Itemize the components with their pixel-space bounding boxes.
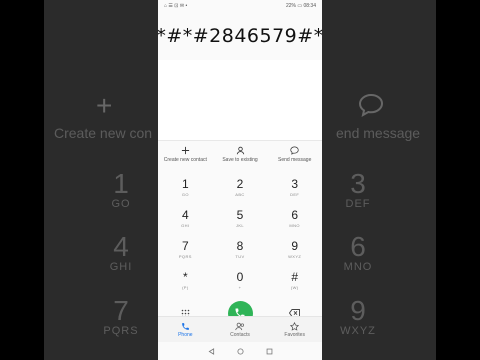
send-message-button[interactable]: Send message bbox=[267, 141, 322, 168]
key-digit: 0 bbox=[236, 270, 244, 284]
plus-icon bbox=[181, 146, 189, 155]
phone-screen: ⌂ ☰ ⊡ ✉ • 22% ▭ 08:34 *#*#2846579#* Crea… bbox=[158, 0, 322, 360]
status-right: 22% ▭ 08:34 bbox=[285, 3, 316, 9]
key-letters: + bbox=[238, 285, 242, 290]
recents-icon[interactable] bbox=[266, 348, 273, 355]
key-letters: (W) bbox=[290, 285, 299, 290]
key-digit: 4 bbox=[181, 208, 189, 222]
key-letters: JKL bbox=[235, 223, 245, 228]
contacts-icon bbox=[235, 322, 244, 330]
keypad-row: 7 PQRS 8 TUV 9 WXYZ bbox=[158, 234, 322, 265]
key-digit: # bbox=[291, 270, 299, 284]
message-icon bbox=[290, 146, 299, 155]
tab-label: Phone bbox=[178, 331, 193, 338]
keypad-row: * (P) 0 + # (W) bbox=[158, 265, 322, 296]
person-icon bbox=[236, 146, 244, 155]
key-5[interactable]: 5 JKL bbox=[213, 203, 268, 234]
home-icon[interactable] bbox=[236, 347, 244, 355]
key-0[interactable]: 0 + bbox=[213, 265, 268, 296]
tab-contacts[interactable]: Contacts bbox=[213, 317, 268, 342]
phone-icon bbox=[181, 322, 189, 330]
key-letters: TUV bbox=[235, 254, 245, 259]
create-new-contact-button[interactable]: Create new contact bbox=[158, 141, 213, 168]
key-digit: 2 bbox=[236, 177, 244, 191]
tab-favorites[interactable]: Favorites bbox=[267, 317, 322, 342]
back-icon[interactable] bbox=[208, 347, 215, 355]
status-left-icons: ⌂ ☰ ⊡ ✉ • bbox=[164, 3, 188, 9]
key-7[interactable]: 7 PQRS bbox=[158, 234, 213, 265]
key-digit: 1 bbox=[181, 177, 189, 191]
key-digit: * bbox=[183, 270, 188, 284]
key-digit: 3 bbox=[291, 177, 299, 191]
action-label: Create new contact bbox=[163, 157, 207, 163]
key-9[interactable]: 9 WXYZ bbox=[267, 234, 322, 265]
key-2[interactable]: 2 ABC bbox=[213, 172, 268, 203]
key-letters: WXYZ bbox=[288, 254, 302, 259]
status-bar: ⌂ ☰ ⊡ ✉ • 22% ▭ 08:34 bbox=[158, 0, 322, 12]
action-label: Save to existing bbox=[222, 157, 258, 163]
key-6[interactable]: 6 MNO bbox=[267, 203, 322, 234]
background-left-panel: + Create new con 1 GO 4 GHI 7 PQRS bbox=[44, 0, 158, 360]
video-frame: + Create new con 1 GO 4 GHI 7 PQRS end mess… bbox=[0, 0, 480, 360]
key-letters: (P) bbox=[182, 285, 189, 290]
key-digit: 5 bbox=[236, 208, 244, 222]
background-right-panel: end message 3 DEF 6 MNO 9 WXYZ bbox=[322, 0, 436, 360]
tab-phone[interactable]: Phone bbox=[158, 317, 213, 342]
bottom-tab-bar: Phone Contacts Favorites bbox=[158, 316, 322, 342]
key-4[interactable]: 4 GHI bbox=[158, 203, 213, 234]
save-to-existing-button[interactable]: Save to existing bbox=[213, 141, 268, 168]
key-letters: ABC bbox=[235, 192, 245, 197]
keypad-row: 1 GO 2 ABC 3 DEF bbox=[158, 172, 322, 203]
system-nav-bar bbox=[158, 342, 322, 360]
key-letters: GHI bbox=[181, 223, 190, 228]
star-icon bbox=[290, 321, 300, 331]
key-letters: DEF bbox=[290, 192, 300, 197]
tab-label: Favorites bbox=[284, 331, 305, 338]
key-digit: 9 bbox=[291, 239, 299, 253]
dialed-number-display[interactable]: *#*#2846579#* bbox=[158, 12, 322, 60]
key-1[interactable]: 1 GO bbox=[158, 172, 213, 203]
key-letters: PQRS bbox=[178, 254, 192, 259]
keypad-row: 4 GHI 5 JKL 6 MNO bbox=[158, 203, 322, 234]
key-hash[interactable]: # (W) bbox=[267, 265, 322, 296]
key-3[interactable]: 3 DEF bbox=[267, 172, 322, 203]
key-digit: 7 bbox=[181, 239, 189, 253]
key-letters: MNO bbox=[289, 223, 300, 228]
action-label: Send message bbox=[278, 157, 312, 163]
key-letters: GO bbox=[181, 192, 189, 197]
key-digit: 6 bbox=[291, 208, 299, 222]
dialer-actions: Create new contact Save to existing Send… bbox=[158, 140, 322, 168]
key-digit: 8 bbox=[236, 239, 244, 253]
dial-keypad: 1 GO 2 ABC 3 DEF 4 GHI 5 JKL 6 MNO 7 PQRS 8 TUV … bbox=[158, 168, 322, 330]
suggestions-area bbox=[158, 60, 322, 140]
tab-label: Contacts bbox=[230, 331, 250, 338]
key-8[interactable]: 8 TUV bbox=[213, 234, 268, 265]
key-star[interactable]: * (P) bbox=[158, 265, 213, 296]
